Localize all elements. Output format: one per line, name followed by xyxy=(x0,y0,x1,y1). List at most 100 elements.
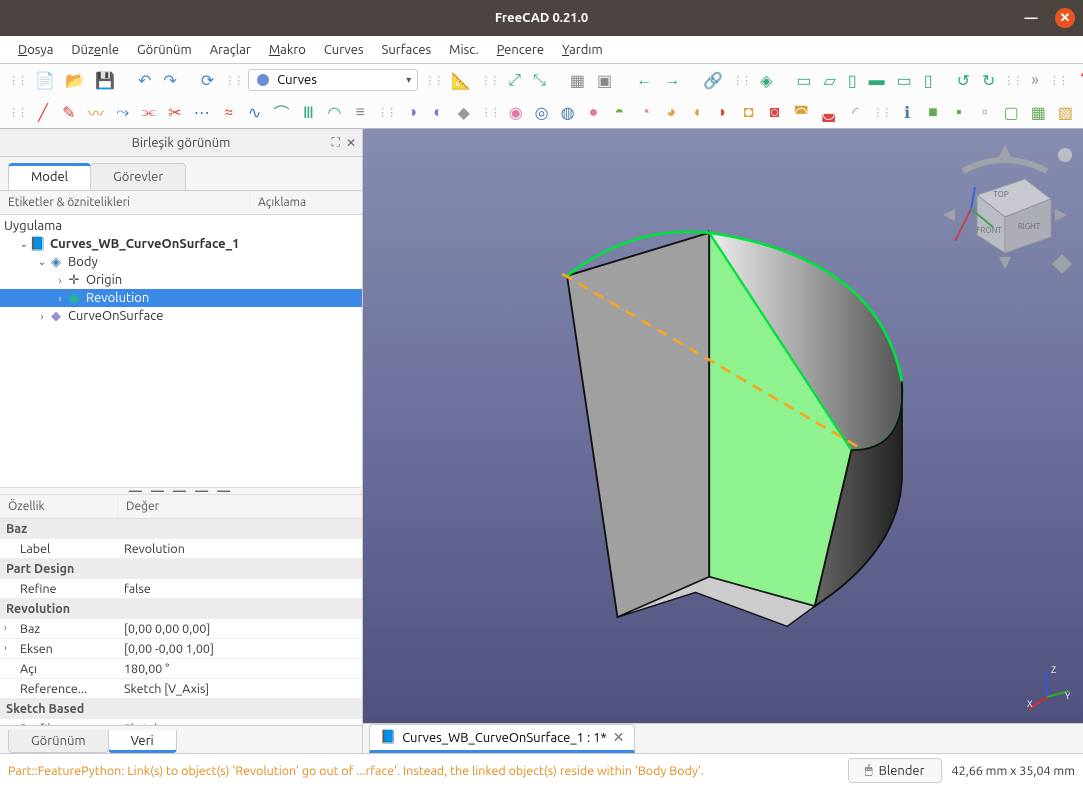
expand-icon[interactable]: › xyxy=(4,622,7,633)
surf-tool-5-icon[interactable]: ◓ xyxy=(612,103,626,121)
menu-file[interactable]: DDosyaosya xyxy=(10,40,61,60)
new-file-icon[interactable]: 📄 xyxy=(36,71,54,89)
navigation-cube[interactable]: TOP FRONT RIGHT xyxy=(935,137,1075,277)
solid-5-icon[interactable]: ▧ xyxy=(1058,103,1073,121)
rotate-left-icon[interactable]: ↺ xyxy=(957,71,970,89)
tree-app[interactable]: Uygulama xyxy=(0,217,362,235)
prop-label[interactable]: Label Revolution xyxy=(0,539,362,559)
menu-view[interactable]: Görünüm xyxy=(129,40,200,60)
menu-tools[interactable]: Araçlar xyxy=(202,40,259,60)
grip-icon[interactable]: ⋮⋮ xyxy=(1003,74,1021,87)
fit-all-icon[interactable]: ⤢ xyxy=(508,71,521,89)
grip-icon[interactable]: ⋮⋮ xyxy=(872,106,890,119)
rear-view-icon[interactable]: ▬ xyxy=(869,71,885,89)
grip-icon[interactable]: ⋮⋮ xyxy=(8,74,26,87)
surf-tool-10-icon[interactable]: ◘ xyxy=(742,103,756,121)
solid-1-icon[interactable]: ■ xyxy=(926,103,940,121)
grip-icon[interactable]: ⋮⋮ xyxy=(481,106,499,119)
expand-icon[interactable]: › xyxy=(54,275,66,286)
grip-icon[interactable]: ⋮⋮ xyxy=(8,106,26,119)
bottom-view-icon[interactable]: ▭ xyxy=(897,71,912,89)
curve-split-icon[interactable]: ✂ xyxy=(168,103,182,121)
menu-curves[interactable]: Curves xyxy=(316,40,372,60)
workbench-selector[interactable]: Curves ▾ xyxy=(248,69,418,91)
tab-model[interactable]: Model xyxy=(8,163,91,190)
prop-refine[interactable]: Refine false xyxy=(0,579,362,599)
tab-tasks[interactable]: Görevler xyxy=(90,163,186,190)
rotate-right-icon[interactable]: ↻ xyxy=(982,71,995,89)
link-icon[interactable]: 🔗 xyxy=(704,71,722,89)
tree-origin[interactable]: › ✛ Origin xyxy=(0,271,362,289)
surface-zebra-icon[interactable]: ◑ xyxy=(405,103,419,121)
close-tab-icon[interactable]: ✕ xyxy=(613,729,625,746)
redo-icon[interactable]: ↷ xyxy=(163,71,176,89)
surf-tool-7-icon[interactable]: ◕ xyxy=(664,103,678,121)
menu-misc[interactable]: Misc. xyxy=(441,40,486,60)
grid-icon[interactable]: ▦ xyxy=(1031,103,1046,121)
surf-tool-9-icon[interactable]: ◗ xyxy=(716,103,730,121)
prop-eksen[interactable]: ›Eksen [0,00 -0,00 1,00] xyxy=(0,639,362,659)
curve-edit-icon[interactable]: ✎ xyxy=(62,103,76,121)
menu-windows[interactable]: Pencere xyxy=(489,40,552,60)
surf-tool-2-icon[interactable]: ◎ xyxy=(535,103,549,121)
menu-help[interactable]: Yardım xyxy=(554,40,611,60)
prop-aci[interactable]: Açı 180,00 ° xyxy=(0,659,362,679)
curve-onsurface-icon[interactable]: ◠ xyxy=(327,103,341,121)
document-tab[interactable]: 📘 Curves_WB_CurveOnSurface_1 : 1* ✕ xyxy=(369,724,635,753)
tab-data[interactable]: Veri xyxy=(108,730,177,753)
info-icon[interactable]: ℹ xyxy=(900,103,914,121)
grip-icon[interactable]: ⋮⋮ xyxy=(1049,74,1067,87)
surf-tool-4-icon[interactable]: ● xyxy=(587,103,601,121)
tree-body[interactable]: ⌄ ◈ Body xyxy=(0,253,362,271)
nav-back-icon[interactable]: ← xyxy=(636,71,652,89)
surf-tool-14-icon[interactable]: ◜ xyxy=(848,103,862,121)
iso-view-icon[interactable]: ◈ xyxy=(760,71,772,89)
overflow-icon[interactable]: » xyxy=(1031,71,1039,89)
grip-icon[interactable]: ⋮⋮ xyxy=(424,74,442,87)
draw-style-icon[interactable]: ▦ xyxy=(570,71,585,89)
tree-curveonsurface[interactable]: › ◆ CurveOnSurface xyxy=(0,307,362,325)
curve-interpolate-icon[interactable]: ∿ xyxy=(248,103,262,121)
save-file-icon[interactable]: 💾 xyxy=(96,71,114,89)
surf-tool-13-icon[interactable]: ◛ xyxy=(821,103,837,121)
collapse-icon[interactable]: ⌄ xyxy=(36,256,48,268)
curve-discretize-icon[interactable]: ⋯ xyxy=(194,103,210,121)
tree-view[interactable]: Uygulama ⌄ 📘 Curves_WB_CurveOnSurface_1 … xyxy=(0,215,362,487)
close-button[interactable]: ✕ xyxy=(1055,8,1075,28)
surface-isocurve-icon[interactable]: ◆ xyxy=(457,103,471,121)
fit-selection-icon[interactable]: ⤡ xyxy=(533,71,546,89)
curve-comb-icon[interactable]: Ⅲ xyxy=(302,103,316,121)
refresh-icon[interactable]: ⟳ xyxy=(201,71,214,89)
surf-tool-8-icon[interactable]: ◖ xyxy=(690,103,704,121)
prop-reference[interactable]: Reference... Sketch [V_Axis] xyxy=(0,679,362,699)
curve-blend-icon[interactable]: ⌒ xyxy=(273,103,289,121)
grip-icon[interactable]: ⋮⋮ xyxy=(480,74,498,87)
property-body[interactable]: Baz Label Revolution Part Design Refine … xyxy=(0,519,362,725)
undo-icon[interactable]: ↶ xyxy=(138,71,151,89)
panel-expand-icon[interactable]: ⛶ xyxy=(332,136,340,150)
prop-baz[interactable]: ›Baz [0,00 0,00 0,00] xyxy=(0,619,362,639)
grip-icon[interactable]: ⋮⋮ xyxy=(732,74,750,87)
curve-approximate-icon[interactable]: ≈ xyxy=(222,103,236,121)
panel-close-icon[interactable]: ✕ xyxy=(346,136,356,150)
zebra-icon[interactable]: ≡ xyxy=(353,103,367,121)
left-view-icon[interactable]: ▯ xyxy=(924,71,933,89)
open-file-icon[interactable]: 📂 xyxy=(66,71,84,89)
grip-icon[interactable]: ⋮⋮ xyxy=(224,74,242,87)
curve-join-icon[interactable]: ⫘ xyxy=(142,103,156,121)
tree-revolution[interactable]: › ◉ Revolution xyxy=(0,289,362,307)
nav-style-button[interactable]: 🖱 Blender xyxy=(848,758,942,783)
surf-tool-12-icon[interactable]: ◚ xyxy=(793,103,809,121)
grip-icon[interactable]: ⋮⋮ xyxy=(377,106,395,119)
expand-icon[interactable]: › xyxy=(4,642,7,653)
curve-extend-icon[interactable]: ⤳ xyxy=(116,103,130,121)
solid-2-icon[interactable]: ▪ xyxy=(952,103,966,121)
curve-mixed-icon[interactable]: 〰 xyxy=(88,103,104,121)
menu-macro[interactable]: Makro xyxy=(261,40,314,60)
splitter-handle[interactable]: — — — — — xyxy=(0,487,362,495)
solid-3-icon[interactable]: ▫ xyxy=(978,103,992,121)
surface-trim-icon[interactable]: ◐ xyxy=(431,103,445,121)
surf-tool-3-icon[interactable]: ◍ xyxy=(561,103,575,121)
front-view-icon[interactable]: ▭ xyxy=(796,71,811,89)
collapse-icon[interactable]: ⌄ xyxy=(18,238,30,250)
